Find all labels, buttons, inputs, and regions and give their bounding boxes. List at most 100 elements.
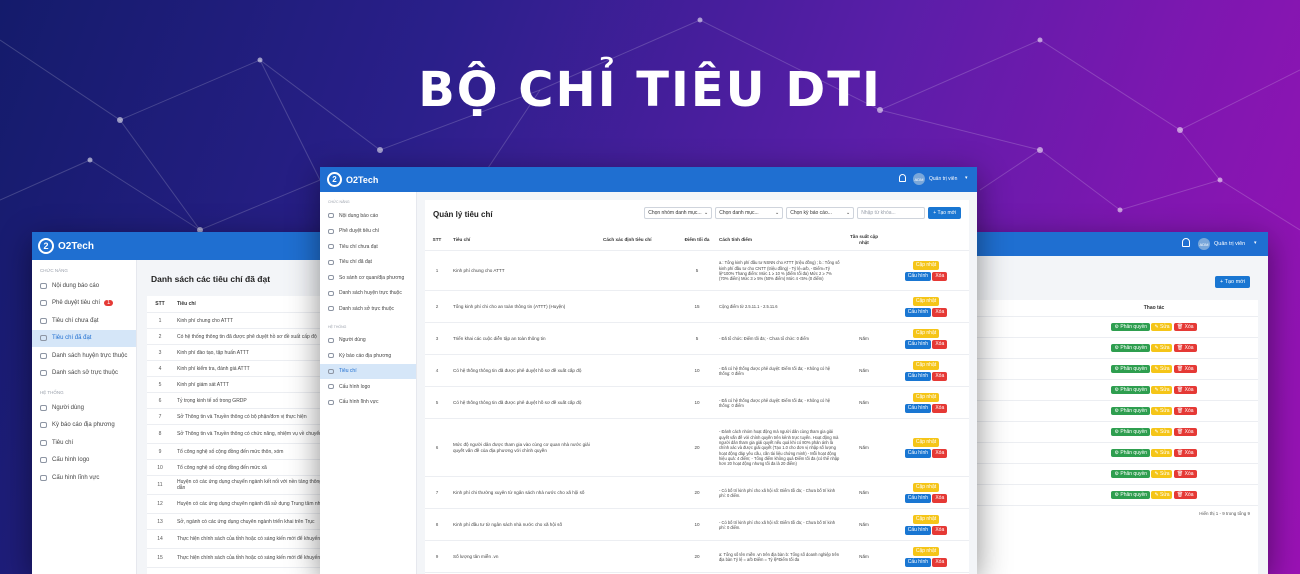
config-button[interactable]: Cấu hình (904, 557, 932, 567)
table-row[interactable]: Tỉnh Bến Tre⚙ Phân quyền ✎ Sửa 🗑 Xóa (940, 484, 1258, 506)
config-button[interactable]: Cấu hình (904, 525, 932, 535)
user-name[interactable]: Quản trị viên (1214, 241, 1245, 247)
add-button[interactable]: + Tạo mới (1214, 276, 1250, 288)
avatar[interactable]: ADM (1198, 238, 1210, 250)
config-button[interactable]: Cấu hình (904, 271, 932, 281)
delete-button[interactable]: 🗑 Xóa (1173, 470, 1197, 478)
table-row[interactable]: 7 Kinh phí chi thường xuyên từ ngân sách … (425, 476, 969, 510)
add-button[interactable]: + Tạo mới (928, 207, 961, 219)
permission-button[interactable]: ⚙ Phân quyền (1111, 491, 1151, 499)
delete-button[interactable]: 🗑 Xóa (1173, 491, 1197, 499)
sidebar-item[interactable]: Cấu hình lĩnh vực (32, 469, 136, 487)
sidebar-item[interactable]: Danh sách huyện trực thuộc (32, 347, 136, 365)
edit-button[interactable]: ✎ Sửa (1151, 449, 1173, 457)
table-row[interactable]: 6 Mức độ người dân được tham gia vào cùng… (425, 418, 969, 478)
permission-button[interactable]: ⚙ Phân quyền (1111, 407, 1151, 415)
delete-button[interactable]: Xóa (932, 403, 948, 413)
delete-button[interactable]: 🗑 Xóa (1173, 323, 1197, 331)
delete-button[interactable]: Xóa (932, 493, 948, 503)
sidebar-item[interactable]: Danh sách huyện trực thuộc (320, 286, 416, 302)
permission-button[interactable]: ⚙ Phân quyền (1111, 344, 1151, 352)
edit-button[interactable]: ✎ Sửa (1151, 407, 1173, 415)
user-name[interactable]: Quản trị viên (929, 176, 957, 182)
update-button[interactable]: Cập nhật (912, 329, 940, 338)
table-row[interactable]: 5 Có hệ thống thông tin đã được phê duyệt… (425, 386, 969, 420)
chevron-down-icon[interactable]: ▾ (965, 175, 968, 181)
delete-button[interactable]: 🗑 Xóa (1173, 449, 1197, 457)
delete-button[interactable]: 🗑 Xóa (1173, 407, 1197, 415)
sidebar-item[interactable]: Tiêu chí (32, 434, 136, 452)
sidebar-item[interactable]: Tiêu chí đã đạt (320, 255, 416, 271)
sidebar-item[interactable]: Phê duyệt tiêu chí (320, 224, 416, 240)
config-button[interactable]: Cấu hình (904, 339, 932, 349)
sidebar-item[interactable]: Cấu hình logo (32, 452, 136, 470)
permission-button[interactable]: ⚙ Phân quyền (1111, 470, 1151, 478)
edit-button[interactable]: ✎ Sửa (1151, 323, 1173, 331)
delete-button[interactable]: 🗑 Xóa (1173, 428, 1197, 436)
edit-button[interactable]: ✎ Sửa (1151, 365, 1173, 373)
permission-button[interactable]: ⚙ Phân quyền (1111, 365, 1151, 373)
brand-logo[interactable]: 2 O2Tech (327, 172, 378, 187)
sidebar-item[interactable]: Người dùng (32, 399, 136, 417)
search-input[interactable]: Nhập từ khóa... (857, 207, 926, 219)
config-button[interactable]: Cấu hình (904, 371, 932, 381)
delete-button[interactable]: Xóa (932, 271, 948, 281)
delete-button[interactable]: Xóa (932, 448, 948, 458)
delete-button[interactable]: 🗑 Xóa (1173, 365, 1197, 373)
update-button[interactable]: Cập nhật (912, 361, 940, 370)
sidebar-item[interactable]: Phê duyệt tiêu chí 1 (32, 295, 136, 313)
sidebar-item[interactable]: Tiêu chí chưa đạt (320, 239, 416, 255)
table-row[interactable]: 2 Tổng kinh phí chi cho an toàn thông tin… (425, 290, 969, 324)
filter-period-select[interactable]: Chọn kỳ báo cáo... ⌄ (786, 207, 855, 219)
config-button[interactable]: Cấu hình (904, 403, 932, 413)
delete-button[interactable]: Xóa (932, 371, 948, 381)
update-button[interactable]: Cập nhật (912, 393, 940, 402)
filter-category-select[interactable]: Chọn danh mục... ⌄ (715, 207, 784, 219)
update-button[interactable]: Cập nhật (912, 547, 940, 556)
sidebar-item[interactable]: Cấu hình logo (320, 379, 416, 395)
table-row[interactable]: Dung Bến Tre⚙ Phân quyền ✎ Sửa 🗑 Xóa (940, 316, 1258, 338)
table-row[interactable]: 8 Kinh phí đầu tư từ ngân sách nhà nước c… (425, 508, 969, 542)
update-button[interactable]: Cập nhật (912, 483, 940, 492)
edit-button[interactable]: ✎ Sửa (1151, 386, 1173, 394)
sidebar-item[interactable]: Tiêu chí chưa đạt (32, 312, 136, 330)
sidebar-item[interactable]: Danh sách sở trực thuộc (320, 301, 416, 317)
update-button[interactable]: Cập nhật (912, 438, 940, 447)
update-button[interactable]: Cập nhật (912, 261, 940, 270)
table-row[interactable]: ên Bà Tri⚙ Phân quyền ✎ Sửa 🗑 Xóa (940, 400, 1258, 422)
update-button[interactable]: Cập nhật (912, 297, 940, 306)
avatar[interactable]: ADM (913, 173, 925, 185)
table-row[interactable]: Tân Xuân⚙ Phân quyền ✎ Sửa 🗑 Xóa (940, 358, 1258, 380)
brand-logo[interactable]: 2 O2Tech (38, 238, 94, 254)
permission-button[interactable]: ⚙ Phân quyền (1111, 428, 1151, 436)
sidebar-item[interactable]: Cấu hình lĩnh vực (320, 395, 416, 411)
sidebar-item[interactable]: Người dùng (320, 333, 416, 349)
bell-icon[interactable] (1182, 238, 1190, 247)
permission-button[interactable]: ⚙ Phân quyền (1111, 323, 1151, 331)
sidebar-item[interactable]: Kỳ báo cáo địa phương (320, 348, 416, 364)
delete-button[interactable]: Xóa (932, 307, 948, 317)
table-row[interactable]: Tân Mỹ⚙ Phân quyền ✎ Sửa 🗑 Xóa (940, 379, 1258, 401)
chevron-down-icon[interactable]: ▾ (1254, 240, 1257, 246)
sidebar-item[interactable]: Tiêu chí (320, 363, 416, 379)
permission-button[interactable]: ⚙ Phân quyền (1111, 449, 1151, 457)
sidebar-item[interactable]: Nội dung báo cáo (320, 208, 416, 224)
filter-group-select[interactable]: Chọn nhóm danh mục... ⌄ (644, 207, 713, 219)
edit-button[interactable]: ✎ Sửa (1151, 428, 1173, 436)
sidebar-item[interactable]: So sánh cơ quan/địa phương (320, 270, 416, 286)
sidebar-item[interactable]: Tiêu chí đã đạt (32, 329, 136, 347)
delete-button[interactable]: 🗑 Xóa (1173, 386, 1197, 394)
table-row[interactable]: Hội Khánh⚙ Phân quyền ✎ Sửa 🗑 Xóa (940, 421, 1258, 443)
edit-button[interactable]: ✎ Sửa (1151, 344, 1173, 352)
sidebar-item[interactable]: Danh sách sở trực thuộc (32, 365, 136, 383)
delete-button[interactable]: Xóa (932, 525, 948, 535)
sidebar-item[interactable]: Kỳ báo cáo địa phương (32, 417, 136, 435)
delete-button[interactable]: 🗑 Xóa (1173, 344, 1197, 352)
delete-button[interactable]: Xóa (932, 557, 948, 567)
table-row[interactable]: Vụ Bến Tre⚙ Phân quyền ✎ Sửa 🗑 Xóa (940, 337, 1258, 359)
table-row[interactable]: 9 Số lượng tân miễn .vn 20 a: Tổng số tên m… (425, 540, 969, 574)
sidebar-item[interactable]: Nội dung báo cáo (32, 277, 136, 295)
table-row[interactable]: 4 Có hệ thống thông tin đã được phê duyệt… (425, 354, 969, 388)
delete-button[interactable]: Xóa (932, 339, 948, 349)
update-button[interactable]: Cập nhật (912, 515, 940, 524)
